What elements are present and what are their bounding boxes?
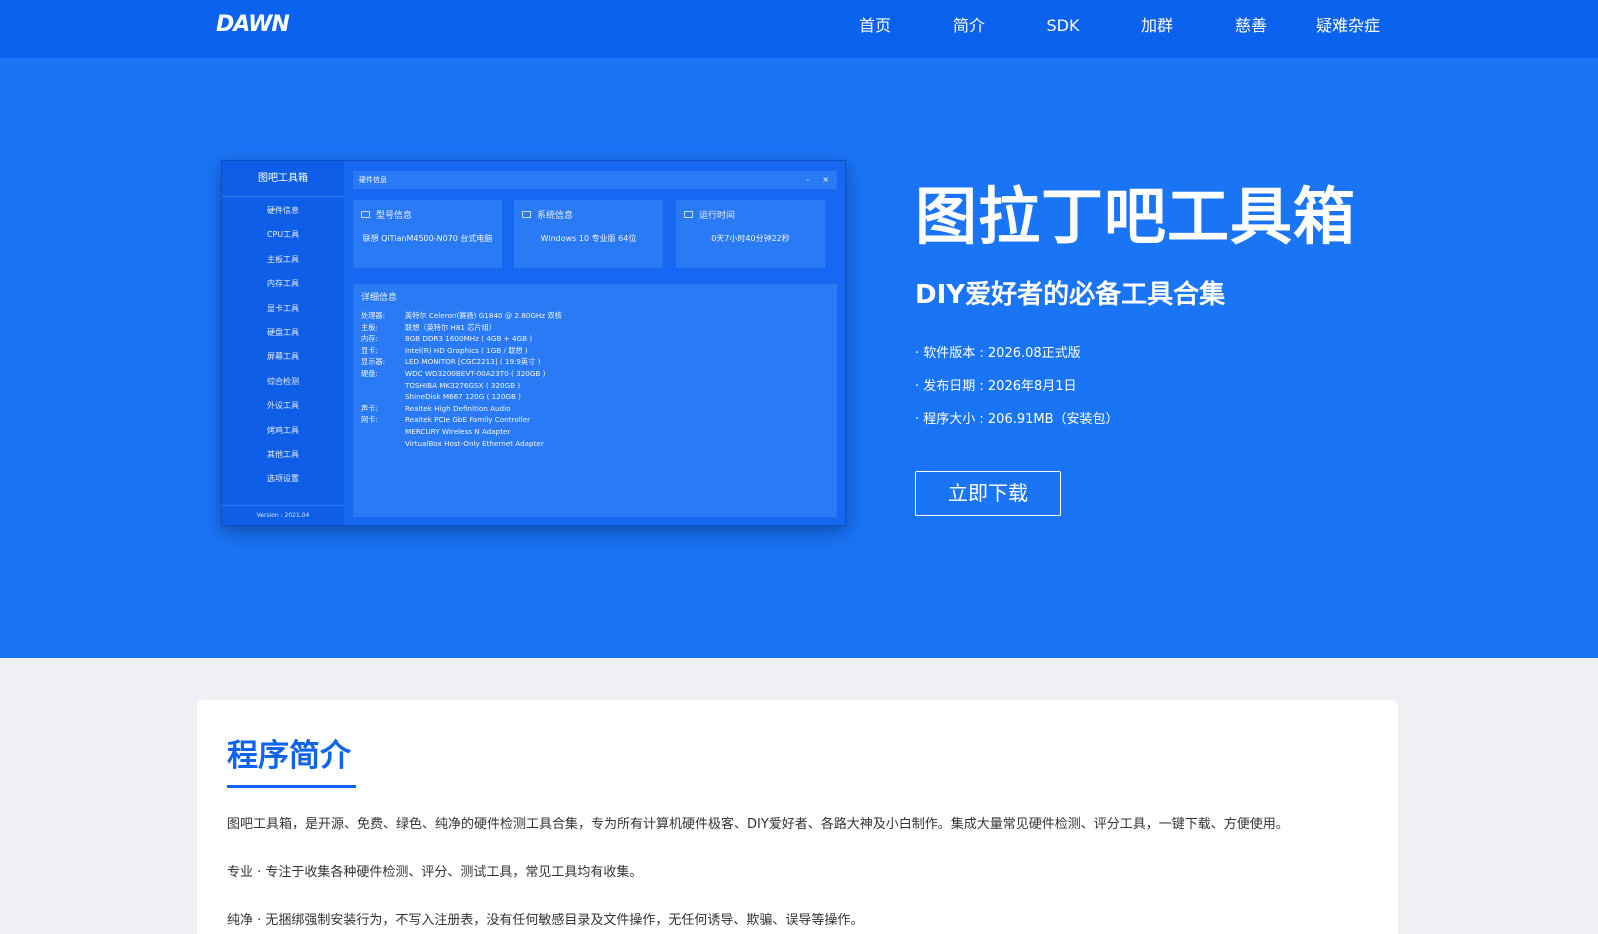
detail-value: 8GB DDR3 1600MHz ( 4GB + 4GB ) [405,334,533,344]
detail-row: 显卡: Intel(R) HD Graphics ( 1GB / 联想 ) [361,345,562,357]
detail-row: 硬盘: WDC WD3200BEVT-00A23T0 ( 320GB ) [361,368,562,380]
windows-icon [522,211,531,218]
app-sidebar-item: 烤鸡工具 [267,425,299,435]
intro-paragraph: 图吧工具箱，是开源、免费、绿色、纯净的硬件检测工具合集，专为所有计算机硬件极客、… [227,817,1289,832]
intro-paragraph: 纯净 · 无捆绑强制安装行为，不写入注册表，没有任何敏感目录及文件操作，无任何诱… [227,913,864,928]
detail-key: 显示器: [361,357,385,367]
detail-key: 声卡: [361,403,378,413]
app-sidebar-item: 其他工具 [267,449,299,459]
app-card-uptime: 运行时间 0天7小时40分钟22秒 [676,200,825,268]
app-card-header: 运行时间 [684,208,735,221]
app-card-title: 系统信息 [537,211,574,221]
nav-menu: 首页 简介 SDK 加群 慈善 疑难杂症 [828,0,1398,58]
detail-row: 网卡: Realtek PCIe GbE Family Controller [361,414,562,426]
intro-card: 程序简介 图吧工具箱，是开源、免费、绿色、纯净的硬件检测工具合集，专为所有计算机… [197,700,1398,934]
app-card-title: 型号信息 [376,211,413,221]
nav-item-faq[interactable]: 疑难杂症 [1298,0,1398,52]
app-detail-rows: 处理器: 英特尔 Celeron(赛扬) G1840 @ 2.80GHz 双核 主… [361,310,562,449]
app-window-title: 硬件信息 [359,176,387,184]
app-sidebar-items: 硬件信息 CPU工具 主板工具 内存工具 显卡工具 硬盘工具 屏幕工具 综合检测… [222,199,344,492]
minimize-icon: - [806,175,809,184]
nav-item-intro[interactable]: 简介 [922,0,1016,52]
detail-value: 英特尔 Celeron(赛扬) G1840 @ 2.80GHz 双核 [405,311,562,320]
app-sidebar-item: 屏幕工具 [267,352,299,362]
app-detail-panel: 详细信息 处理器: 英特尔 Celeron(赛扬) G1840 @ 2.80GHz… [353,284,837,517]
intro-paragraph: 专业 · 专注于收集各种硬件检测、评分、测试工具，常见工具均有收集。 [227,865,643,880]
app-screenshot: 图吧工具箱 硬件信息 CPU工具 主板工具 内存工具 显卡工具 硬盘工具 屏幕工… [221,160,846,526]
detail-value: WDC WD3200BEVT-00A23T0 ( 320GB ) [405,368,546,378]
detail-key [361,391,405,403]
detail-key [361,380,405,392]
detail-row: VirtualBox Host-Only Ethernet Adapter [361,438,562,450]
app-sidebar-item: 主板工具 [267,254,299,264]
detail-row: TOSHIBA MK3276GSX ( 320GB ) [361,380,562,392]
pulse-icon [684,211,693,218]
app-card-value: Windows 10 专业版 64位 [540,234,637,243]
app-titlebar: 硬件信息 - × [353,171,837,189]
app-sidebar-item: CPU工具 [266,230,300,240]
info-size: · 程序大小 : 206.91MB（安装包） [915,412,1119,427]
detail-key: 网卡: [361,415,378,425]
nav-item-home[interactable]: 首页 [828,0,922,52]
close-icon: × [822,175,829,184]
hero-subtitle: DIY爱好者的必备工具合集 [915,280,1226,310]
title-underline [227,785,356,788]
app-sidebar-item: 显卡工具 [267,303,299,313]
hero-section: 图吧工具箱 硬件信息 CPU工具 主板工具 内存工具 显卡工具 硬盘工具 屏幕工… [0,58,1598,658]
app-card-system: 系统信息 Windows 10 专业版 64位 [514,200,663,268]
detail-key: 内存: [361,334,378,344]
detail-key: 主板: [361,322,378,332]
detail-value: MERCURY Wireless N Adapter [405,426,511,436]
intro-title: 程序简介 [227,738,351,774]
detail-value: Realtek PCIe GbE Family Controller [405,415,531,425]
app-sidebar-title: 图吧工具箱 [222,161,344,197]
detail-row: 显示器: LED MONITOR [CGC2213] ( 19.9英寸 ) [361,356,562,368]
app-sidebar-item: 综合检测 [267,376,299,386]
app-sidebar-item: 选项设置 [267,474,299,484]
logo[interactable]: DAWN [216,12,290,37]
app-card-title: 运行时间 [699,211,736,221]
app-card-value: 联想 QiTianM4500-N070 台式电脑 [362,234,493,243]
detail-key: 硬盘: [361,368,378,378]
detail-row: ShineDisk M667 120G ( 120GB ) [361,391,562,403]
app-sidebar-item: 内存工具 [267,279,299,289]
detail-value: Intel(R) HD Graphics ( 1GB / 联想 ) [405,345,528,355]
detail-row: 处理器: 英特尔 Celeron(赛扬) G1840 @ 2.80GHz 双核 [361,310,562,322]
top-nav: DAWN 首页 简介 SDK 加群 慈善 疑难杂症 [0,0,1598,58]
nav-item-join-group[interactable]: 加群 [1110,0,1204,52]
info-release-date: · 发布日期 : 2026年8月1日 [915,379,1077,394]
nav-item-charity[interactable]: 慈善 [1204,0,1298,52]
nav-item-sdk[interactable]: SDK [1016,0,1110,52]
app-card-header: 系统信息 [522,208,573,221]
app-version: Version : 2021.04 [222,505,344,525]
detail-key: 处理器: [361,311,385,320]
app-card-model: 型号信息 联想 QiTianM4500-N070 台式电脑 [353,200,502,268]
detail-row: 主板: 联想（英特尔 H81 芯片组） [361,322,562,334]
app-sidebar-item: 外设工具 [267,401,299,411]
app-sidebar-item: 硬件信息 [267,206,299,215]
app-card-header: 型号信息 [361,208,412,221]
detail-key: 显卡: [361,345,378,355]
detail-row: 声卡: Realtek High Definition Audio [361,403,562,415]
monitor-icon [361,211,370,218]
app-sidebar: 图吧工具箱 硬件信息 CPU工具 主板工具 内存工具 显卡工具 硬盘工具 屏幕工… [222,161,344,525]
detail-value: LED MONITOR [CGC2213] ( 19.9英寸 ) [405,357,541,367]
detail-key [361,426,405,438]
detail-value: Realtek High Definition Audio [405,403,511,413]
detail-value: VirtualBox Host-Only Ethernet Adapter [405,438,544,448]
detail-value: TOSHIBA MK3276GSX ( 320GB ) [405,380,521,390]
app-detail-title: 详细信息 [361,293,398,303]
detail-key [361,438,405,450]
detail-value: ShineDisk M667 120G ( 120GB ) [405,392,521,402]
info-version: · 软件版本 : 2026.08正式版 [915,346,1081,361]
hero-title: 图拉丁吧工具箱 [915,180,1357,253]
app-sidebar-item: 硬盘工具 [267,327,299,337]
app-card-value: 0天7小时40分钟22秒 [711,234,790,243]
detail-value: 联想（英特尔 H81 芯片组） [405,322,496,332]
detail-row: 内存: 8GB DDR3 1600MHz ( 4GB + 4GB ) [361,333,562,345]
detail-row: MERCURY Wireless N Adapter [361,426,562,438]
download-button[interactable]: 立即下载 [915,471,1061,516]
